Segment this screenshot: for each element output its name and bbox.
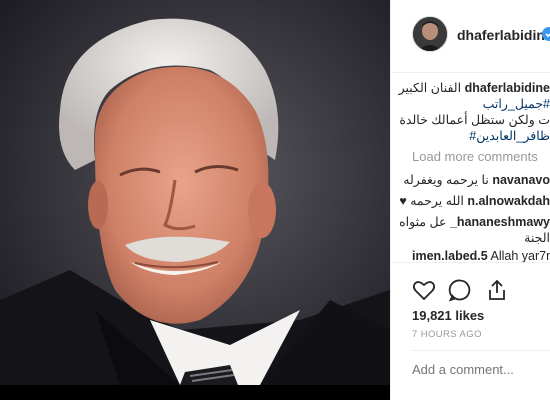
likes-count[interactable]: 19,821 likes bbox=[412, 308, 484, 323]
caption-username[interactable]: dhaferlabidine bbox=[465, 81, 550, 95]
avatar[interactable] bbox=[412, 16, 448, 52]
comment-item: n.alnowakdah الله يرحمه ♥ bbox=[399, 193, 550, 208]
comment-item: imen.labed.5 Allah yar7m bbox=[412, 249, 550, 263]
verified-badge-icon bbox=[542, 27, 550, 41]
comments-divider bbox=[391, 262, 550, 263]
post-photo[interactable] bbox=[0, 0, 390, 385]
add-comment-input[interactable] bbox=[412, 362, 550, 377]
comment-item: hananeshmawy_ عل مثواه bbox=[399, 214, 550, 229]
comment-username[interactable]: hananeshmawy_ bbox=[450, 215, 550, 229]
post-side-panel: dhaferlabidine dhaferlabidine الفنان الك… bbox=[391, 0, 550, 400]
comment-text: عل مثواه bbox=[399, 215, 447, 229]
share-icon[interactable] bbox=[485, 278, 511, 302]
comment-item: navanavo نا يرحمه ويغفرله bbox=[403, 172, 550, 187]
add-comment-divider bbox=[412, 350, 550, 351]
comment-text: الله يرحمه ♥ bbox=[399, 194, 464, 208]
post-timestamp: 7 HOURS AGO bbox=[412, 329, 482, 340]
post-header: dhaferlabidine bbox=[391, 0, 550, 73]
comment-username[interactable]: n.alnowakdah bbox=[467, 194, 550, 208]
caption-hashtag[interactable]: #جميل_راتب bbox=[483, 96, 550, 111]
caption-line: dhaferlabidine الفنان الكبير bbox=[399, 80, 550, 95]
heart-icon[interactable] bbox=[412, 278, 438, 302]
comment-text: Allah yar7m bbox=[490, 249, 550, 263]
load-more-comments-button[interactable]: Load more comments bbox=[412, 149, 538, 164]
comment-icon[interactable] bbox=[448, 278, 474, 302]
comment-username[interactable]: navanavo bbox=[492, 173, 550, 187]
comment-text-continued: الجنة bbox=[524, 231, 550, 245]
avatar-image bbox=[413, 17, 447, 51]
caption-hashtag[interactable]: ظافر_العابدين# bbox=[469, 128, 550, 143]
caption-line: ت ولكن ستظل أعمالك خالدة bbox=[399, 113, 550, 127]
caption-text: الفنان الكبير bbox=[398, 81, 462, 95]
comment-text: نا يرحمه ويغفرله bbox=[403, 173, 489, 187]
post-username[interactable]: dhaferlabidine bbox=[457, 27, 550, 43]
action-bar bbox=[412, 278, 517, 302]
photo-bottom-strip bbox=[0, 385, 390, 400]
portrait-image bbox=[0, 0, 390, 385]
comment-username[interactable]: imen.labed.5 bbox=[412, 249, 488, 263]
